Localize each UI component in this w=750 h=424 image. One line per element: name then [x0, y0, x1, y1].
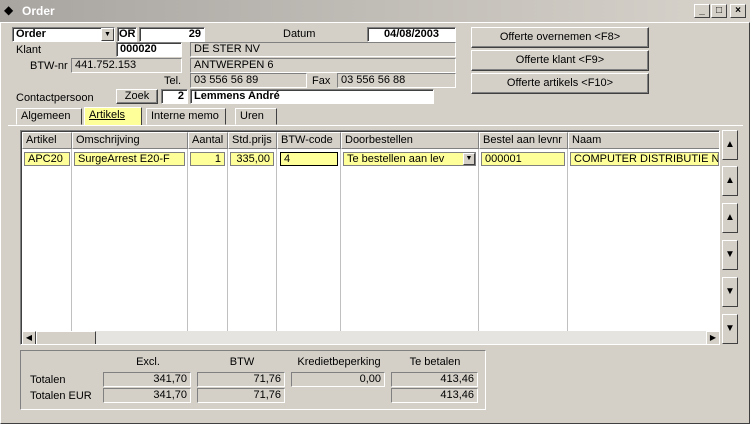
column-header-artikel[interactable]: Artikel: [22, 132, 72, 149]
quote-import-button[interactable]: Offerte overnemen <F8>: [471, 27, 649, 48]
totals-header-btw: BTW: [229, 356, 255, 368]
app-icon: ◆: [4, 3, 14, 17]
articles-grid[interactable]: Artikel Omschrijving Aantal Std.prijs BT…: [20, 130, 720, 345]
tab-interne-memo[interactable]: Interne memo: [146, 108, 226, 125]
column-divider: [71, 149, 72, 334]
doc-type-value: Order: [16, 28, 46, 40]
column-header-std-prijs[interactable]: Std.prijs: [228, 132, 277, 149]
cell-doorbestellen[interactable]: Te bestellen aan lev ▼: [343, 152, 476, 166]
totals-pay: 413,46: [391, 372, 478, 387]
cell-bestel-levnr[interactable]: 000001: [481, 152, 565, 166]
scroll-right-icon[interactable]: ▶: [706, 331, 719, 344]
quote-client-button[interactable]: Offerte klant <F9>: [471, 50, 649, 71]
tab-uren[interactable]: Uren: [235, 108, 277, 125]
maximize-icon[interactable]: □: [711, 4, 727, 18]
client-city-field: ANTWERPEN 6: [190, 58, 456, 73]
column-header-naam[interactable]: Naam: [568, 132, 719, 149]
totals-credit: 0,00: [291, 372, 385, 387]
next-record-icon[interactable]: ▼: [722, 240, 738, 270]
cell-artikel[interactable]: APC20: [24, 152, 70, 166]
doorbestellen-value: Te bestellen aan lev: [347, 153, 445, 165]
totals-excl: 341,70: [103, 372, 191, 387]
fax-label: Fax: [312, 75, 331, 87]
tel-field: 03 556 56 89: [190, 73, 307, 88]
cell-omschrijving[interactable]: SurgeArrest E20-F: [74, 152, 185, 166]
client-name-field: DE STER NV: [190, 42, 456, 57]
title-bar: ◆ Order _ □ ×: [0, 0, 750, 22]
horizontal-scrollbar[interactable]: ◀ ▶: [22, 331, 719, 344]
column-divider: [340, 149, 341, 334]
quote-articles-button[interactable]: Offerte artikels <F10>: [471, 73, 649, 94]
totals-eur-excl: 341,70: [103, 388, 191, 403]
totals-eur-label: Totalen EUR: [30, 390, 92, 402]
search-contact-button[interactable]: Zoek: [116, 89, 158, 104]
close-icon[interactable]: ×: [730, 4, 746, 18]
column-divider: [187, 149, 188, 334]
page-down-icon[interactable]: ▼: [722, 277, 738, 307]
chevron-down-icon[interactable]: ▼: [463, 153, 475, 165]
cell-aantal[interactable]: 1: [190, 152, 225, 166]
cell-naam[interactable]: COMPUTER DISTRIBUTIE NV: [570, 152, 719, 166]
column-header-aantal[interactable]: Aantal: [188, 132, 228, 149]
scroll-thumb[interactable]: [36, 331, 96, 344]
column-divider: [567, 149, 568, 334]
client-code-field[interactable]: 000020: [116, 42, 182, 57]
client-label: Klant: [16, 44, 42, 56]
tab-artikels[interactable]: Artikels: [84, 107, 142, 126]
last-record-icon[interactable]: ▼: [722, 314, 738, 344]
doc-prefix-field[interactable]: OR: [117, 27, 137, 42]
vat-label: BTW-nr: [30, 60, 68, 72]
column-header-bestel-levnr[interactable]: Bestel aan levnr: [479, 132, 568, 149]
contact-number-field[interactable]: 2: [161, 89, 188, 104]
chevron-down-icon[interactable]: ▼: [101, 28, 114, 41]
tab-panel-border: [8, 125, 743, 126]
minimize-icon[interactable]: _: [694, 4, 710, 18]
date-label: Datum: [283, 28, 316, 40]
doc-number-field[interactable]: 29: [139, 27, 205, 42]
totals-row-label: Totalen: [30, 374, 66, 386]
column-divider: [276, 149, 277, 334]
previous-record-icon[interactable]: ▲: [722, 203, 738, 233]
date-field[interactable]: 04/08/2003: [367, 27, 456, 42]
totals-eur-pay: 413,46: [391, 388, 478, 403]
totals-header-excl: Excl.: [136, 356, 160, 368]
cell-std-prijs[interactable]: 335,00: [230, 152, 274, 166]
doc-type-select[interactable]: Order ▼: [12, 27, 115, 42]
tab-algemeen[interactable]: Algemeen: [16, 108, 82, 125]
totals-header-credit: Kredietbeperking: [297, 356, 381, 368]
fax-field: 03 556 56 88: [337, 73, 456, 88]
totals-btw: 71,76: [197, 372, 285, 387]
totals-header-pay: Te betalen: [409, 356, 461, 368]
cell-btw-code[interactable]: 4: [280, 152, 338, 166]
totals-eur-btw: 71,76: [197, 388, 285, 403]
page-up-icon[interactable]: ▲: [722, 166, 738, 196]
column-divider: [227, 149, 228, 334]
column-header-omschrijving[interactable]: Omschrijving: [72, 132, 188, 149]
scroll-left-icon[interactable]: ◀: [22, 331, 36, 344]
contact-label: Contactpersoon: [16, 92, 94, 104]
contact-name-field[interactable]: Lemmens André: [190, 89, 434, 104]
vat-field: 441.752.153: [71, 58, 182, 73]
first-record-icon[interactable]: ▲: [722, 130, 738, 160]
tel-label: Tel.: [164, 75, 182, 87]
column-header-btw-code[interactable]: BTW-code: [277, 132, 341, 149]
column-divider: [478, 149, 479, 334]
window-title: Order: [22, 4, 55, 18]
column-header-doorbestellen[interactable]: Doorbestellen: [341, 132, 479, 149]
